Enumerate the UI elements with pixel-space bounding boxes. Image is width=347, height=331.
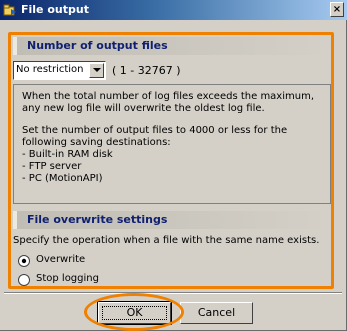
ok-highlight-ring [84, 293, 184, 331]
folder-output-icon [3, 4, 16, 16]
overwrite-description: Specify the operation when a file with t… [13, 235, 320, 246]
destination-item: - PC (MotionAPI) [22, 173, 103, 184]
radio-unselected-icon[interactable] [18, 274, 30, 286]
section-header-overwrite: File overwrite settings [13, 211, 331, 229]
divider [4, 292, 342, 294]
range-hint: ( 1 - 32767 ) [112, 64, 181, 77]
file-output-dialog: File output × Number of output files No … [0, 0, 347, 331]
section-title: File overwrite settings [27, 213, 168, 226]
output-files-select[interactable]: No restriction [13, 61, 106, 80]
select-value: No restriction [16, 64, 84, 75]
destination-item: - FTP server [22, 161, 82, 172]
radio-selected-icon[interactable] [18, 255, 30, 267]
close-icon: × [332, 4, 342, 15]
radio-label[interactable]: Overwrite [36, 254, 85, 265]
radio-label[interactable]: Stop logging [36, 273, 99, 284]
dropdown-button[interactable] [89, 63, 104, 78]
cancel-label: Cancel [197, 306, 236, 319]
chevron-down-icon [93, 68, 101, 72]
window-title: File output [21, 3, 89, 16]
section-title: Number of output files [27, 39, 168, 52]
title-bar[interactable]: File output × [0, 0, 347, 20]
close-button[interactable]: × [330, 2, 344, 17]
info-panel: When the total number of log files excee… [13, 84, 331, 204]
section-header-output-files: Number of output files [13, 37, 331, 55]
cancel-button[interactable]: Cancel [180, 302, 253, 324]
destination-item: - Built-in RAM disk [22, 149, 113, 160]
info-text-limit: Set the number of output files to 4000 o… [22, 125, 288, 148]
info-text-overwrite: When the total number of log files excee… [22, 91, 315, 114]
